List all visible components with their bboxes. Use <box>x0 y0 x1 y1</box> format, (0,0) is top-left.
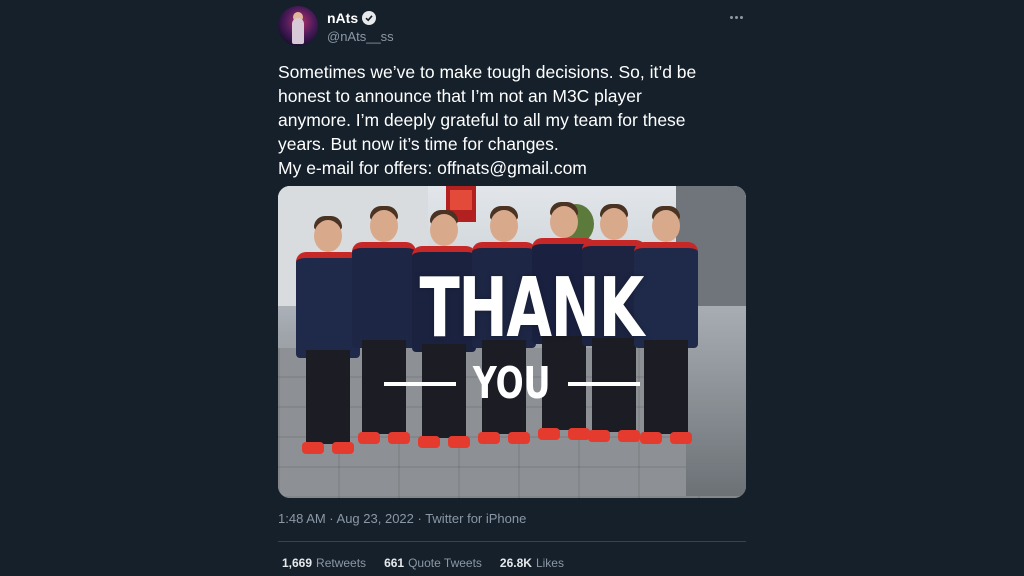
tweet-stats: 1,669 Retweets 661 Quote Tweets 26.8K Likes <box>282 556 564 570</box>
tweet: nAts @nAts__ss Sometimes we’ve to make t… <box>278 0 746 576</box>
verified-badge-icon <box>362 11 377 25</box>
tweet-text-line: My e-mail for offers: offnats@gmail.com <box>278 158 587 178</box>
retweets-count: 1,669 <box>282 556 313 570</box>
tweet-photo[interactable]: THANK YOU <box>278 186 746 498</box>
photo-overlay-thank: THANK <box>419 261 645 356</box>
divider <box>278 541 746 542</box>
tweet-meta[interactable]: 1:48 AM · Aug 23, 2022 · Twitter for iPh… <box>278 511 526 526</box>
likes-stat[interactable]: 26.8K Likes <box>500 556 564 570</box>
likes-count: 26.8K <box>499 556 532 570</box>
more-dots-icon[interactable] <box>726 10 746 24</box>
quote-tweets-count: 661 <box>384 556 405 570</box>
author-handle[interactable]: @nAts__ss <box>327 29 394 44</box>
tweet-text-line: Sometimes we’ve to make tough decisions.… <box>278 62 697 82</box>
overlay-line-right <box>567 382 640 386</box>
photo-sign-inner <box>450 190 472 210</box>
tweet-text-line: years. But now it’s time for changes. <box>278 134 559 154</box>
photo-overlay-you-row: YOU <box>384 360 640 408</box>
avatar[interactable] <box>278 6 318 46</box>
retweets-stat[interactable]: 1,669 Retweets <box>282 556 366 570</box>
display-name[interactable]: nAts <box>327 10 358 26</box>
retweets-label: Retweets <box>316 556 367 570</box>
tweet-text: Sometimes we’ve to make tough decisions.… <box>278 60 746 180</box>
overlay-line-left <box>384 382 457 386</box>
avatar-figure <box>292 18 304 44</box>
quote-tweets-stat[interactable]: 661 Quote Tweets <box>384 556 482 570</box>
author-name-row[interactable]: nAts <box>327 10 377 26</box>
photo-overlay-you: YOU <box>473 358 551 409</box>
tweet-header: nAts @nAts__ss <box>278 6 746 50</box>
tweet-text-line: honest to announce that I’m not an M3C p… <box>278 86 642 106</box>
tweet-text-line: anymore. I’m deeply grateful to all my t… <box>278 110 686 130</box>
quote-tweets-label: Quote Tweets <box>408 556 482 570</box>
likes-label: Likes <box>535 556 564 570</box>
